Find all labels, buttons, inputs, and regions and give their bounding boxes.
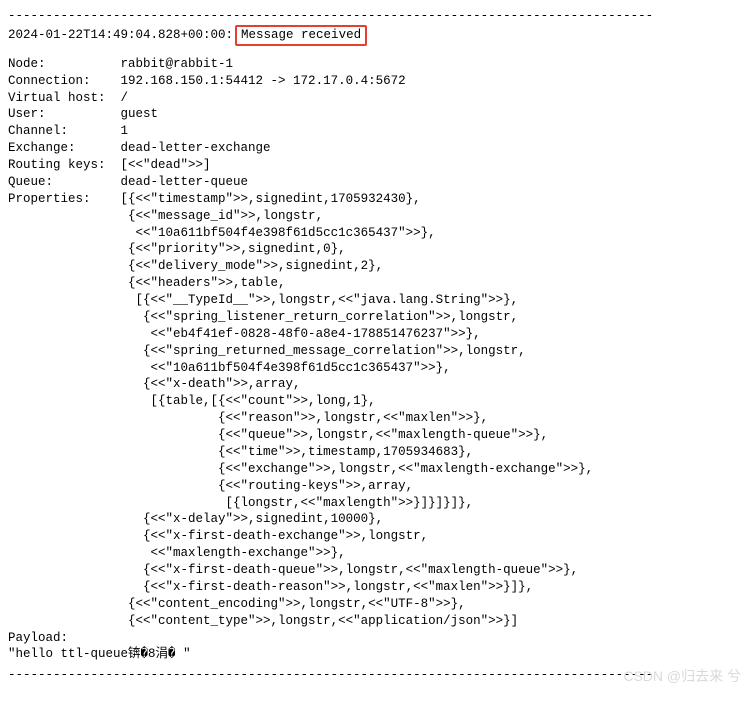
field-val: dead-letter-exchange [121,140,271,157]
field-key: Queue: [8,174,121,191]
log-timestamp: 2024-01-22T14:49:04.828+00:00: [8,27,233,44]
field-key: Virtual host: [8,90,121,107]
payload-label: Payload: [8,630,743,647]
field-val: dead-letter-queue [121,174,249,191]
field-val: 1 [121,123,129,140]
field-key: Channel: [8,123,121,140]
log-status-highlight: Message received [235,25,367,46]
field-val: rabbit@rabbit-1 [121,56,234,73]
field-key: Properties: [8,191,121,208]
field-val: / [121,90,129,107]
properties-body: [{<<"timestamp">>,signedint,1705932430},… [121,191,594,630]
field-properties: Properties: [{<<"timestamp">>,signedint,… [8,191,743,630]
field-key: Node: [8,56,121,73]
field-key: Connection: [8,73,121,90]
field-val: guest [121,106,159,123]
field-key: Routing keys: [8,157,121,174]
field-node: Node: rabbit@rabbit-1 [8,56,743,73]
log-header: 2024-01-22T14:49:04.828+00:00: Message r… [8,25,743,46]
field-key: Exchange: [8,140,121,157]
field-channel: Channel: 1 [8,123,743,140]
field-exchange: Exchange: dead-letter-exchange [8,140,743,157]
field-key: User: [8,106,121,123]
separator-bottom: ----------------------------------------… [8,667,743,684]
field-queue: Queue: dead-letter-queue [8,174,743,191]
field-routing-keys: Routing keys: [<<"dead">>] [8,157,743,174]
field-connection: Connection: 192.168.150.1:54412 -> 172.1… [8,73,743,90]
field-vhost: Virtual host: / [8,90,743,107]
separator-top: ----------------------------------------… [8,8,743,25]
field-user: User: guest [8,106,743,123]
payload-value: "hello ttl-queue锛�8涓� " [8,646,743,663]
field-val: [<<"dead">>] [121,157,211,174]
field-val: 192.168.150.1:54412 -> 172.17.0.4:5672 [121,73,406,90]
